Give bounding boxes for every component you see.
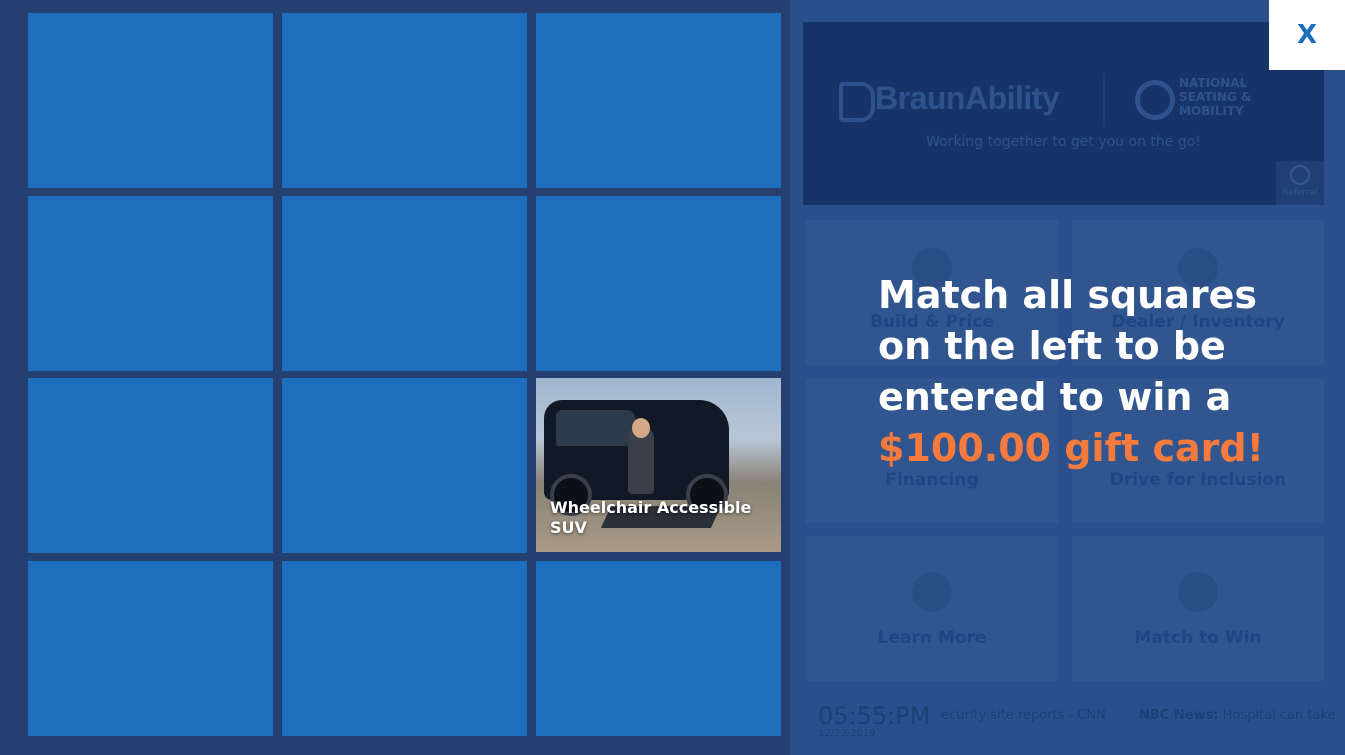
- memory-card[interactable]: [536, 561, 781, 736]
- memory-card[interactable]: [282, 561, 527, 736]
- promo-line: entered to win a: [878, 375, 1232, 419]
- nsm-logo: NATIONAL SEATING & MOBILITY: [1135, 76, 1285, 126]
- card-caption: Wheelchair Accessible SUV: [550, 498, 752, 537]
- clock: 05:55:PM: [818, 702, 931, 730]
- braunability-logo: BraunAbility: [839, 80, 1060, 122]
- promo-line: Match all squares: [878, 273, 1257, 317]
- person-icon: [1290, 165, 1310, 185]
- referral-label: Referral: [1282, 188, 1318, 198]
- news-headline: NBC News: Hospital can take: [1139, 708, 1335, 723]
- promo-message: Match all squares on the left to be ente…: [878, 270, 1318, 474]
- memory-card[interactable]: [536, 196, 781, 371]
- person-head: [632, 418, 650, 438]
- braunability-wordmark: BraunAbility: [875, 80, 1060, 116]
- braunability-mark-icon: [839, 82, 875, 122]
- suv-window: [556, 410, 636, 446]
- hero-tagline: Working together to get you on the go!: [926, 134, 1201, 150]
- tile-learn-more[interactable]: Learn More: [806, 536, 1058, 681]
- memory-card-revealed[interactable]: Wheelchair Accessible SUV: [536, 378, 781, 552]
- tile-match-to-win[interactable]: Match to Win: [1072, 536, 1324, 681]
- nsm-wordmark: NATIONAL SEATING & MOBILITY: [1179, 76, 1252, 118]
- news-source: NBC News:: [1139, 708, 1219, 723]
- memory-card[interactable]: [282, 378, 527, 553]
- news-text: Hospital can take: [1218, 708, 1336, 723]
- referral-badge[interactable]: Referral: [1276, 161, 1324, 205]
- tile-label: Match to Win: [1134, 628, 1262, 648]
- tile-label: Learn More: [877, 628, 987, 648]
- memory-card[interactable]: [28, 196, 273, 371]
- memory-card[interactable]: [282, 13, 527, 188]
- logo-divider: [1103, 74, 1105, 126]
- promo-line: on the left to be: [878, 324, 1226, 368]
- memory-card[interactable]: [282, 196, 527, 371]
- promo-prize: $100.00 gift card!: [878, 426, 1264, 470]
- news-ticker: 05:55:PM 12/23/2019 ecurity site reports…: [803, 690, 1335, 745]
- close-icon: X: [1296, 20, 1318, 50]
- memory-card[interactable]: [536, 13, 781, 188]
- memory-card[interactable]: [28, 561, 273, 736]
- close-button[interactable]: X: [1269, 0, 1345, 70]
- memory-card[interactable]: [28, 378, 273, 553]
- date: 12/23/2019: [818, 728, 876, 739]
- info-icon: [912, 572, 952, 612]
- memory-card[interactable]: [28, 13, 273, 188]
- nsm-ring-icon: [1135, 80, 1175, 120]
- ferris-wheel-icon: [1178, 572, 1218, 612]
- news-headline: ecurity site reports - CNN: [941, 708, 1106, 723]
- hero-banner: BraunAbility NATIONAL SEATING & MOBILITY…: [803, 22, 1324, 205]
